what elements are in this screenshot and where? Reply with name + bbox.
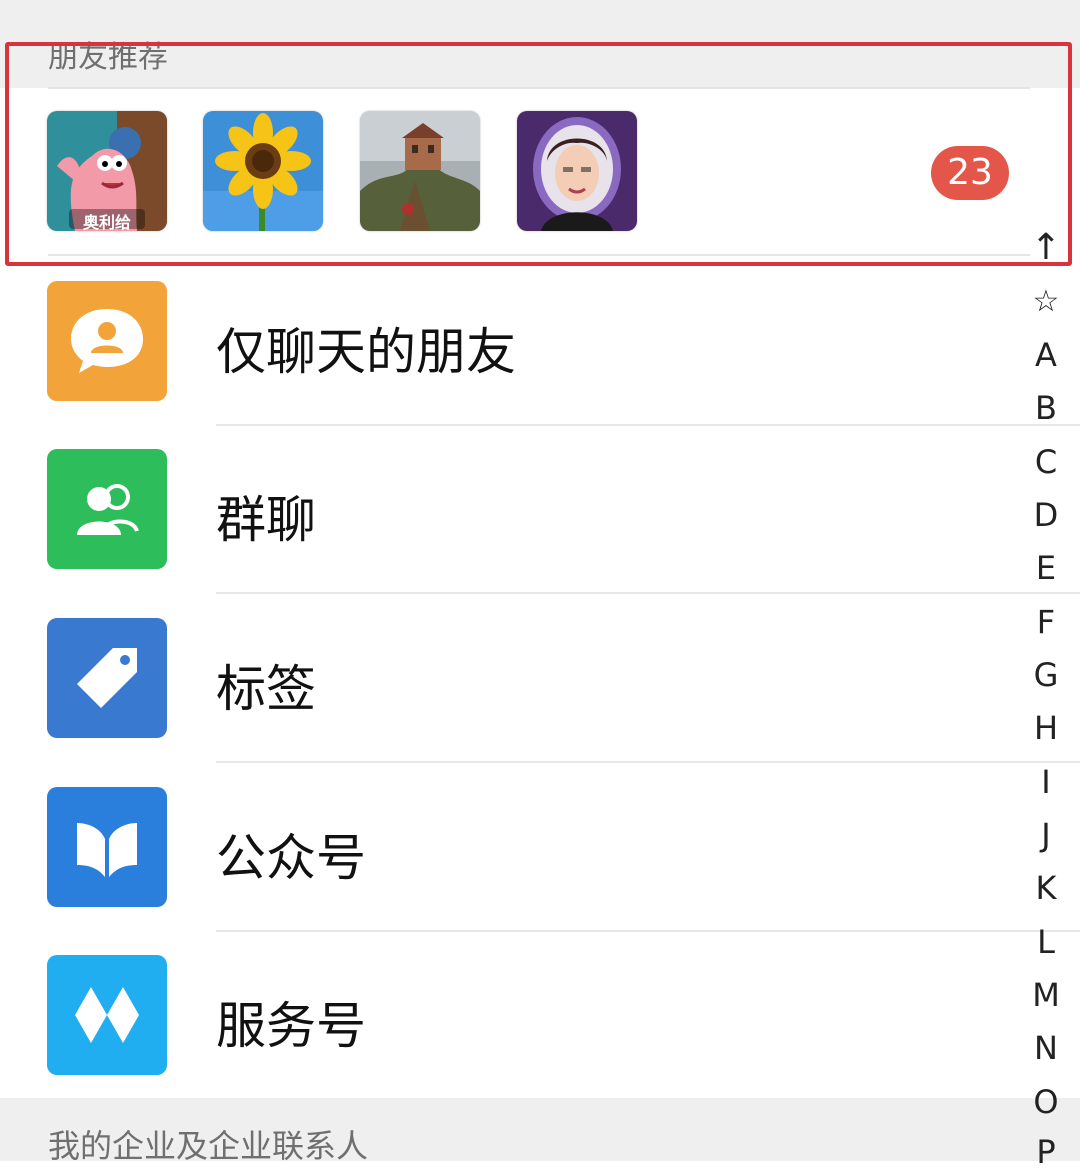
index-top-arrow[interactable]: ↑ (1024, 228, 1068, 268)
entry-chat-only-friends[interactable]: 仅聊天的朋友 (0, 260, 1000, 428)
index-letter[interactable]: M (1024, 975, 1068, 1015)
entry-label: 仅聊天的朋友 (216, 323, 516, 381)
sunflower-avatar[interactable] (203, 111, 323, 231)
landscape-avatar-image (360, 111, 480, 231)
entry-label: 服务号 (216, 997, 366, 1055)
index-letter[interactable]: B (1024, 388, 1068, 428)
index-letter[interactable]: J (1024, 815, 1068, 855)
entry-tags[interactable]: 标签 (0, 597, 1000, 765)
patrick-avatar[interactable]: 奥利给 (47, 111, 167, 231)
index-letter[interactable]: K (1024, 868, 1068, 908)
index-letter[interactable]: N (1024, 1028, 1068, 1068)
index-star[interactable]: ☆ (1024, 282, 1068, 322)
chat-person-icon (47, 281, 167, 401)
entry-service-accounts[interactable]: 服务号 (0, 934, 1000, 1102)
divider (48, 254, 1030, 256)
divider (216, 930, 1080, 932)
official-account-icon (47, 787, 167, 907)
service-account-icon (47, 955, 167, 1075)
index-letter[interactable]: D (1024, 495, 1068, 535)
entry-group-chats[interactable]: 群聊 (0, 428, 1000, 596)
index-letter[interactable]: P (1024, 1132, 1068, 1172)
index-letter[interactable]: L (1024, 922, 1068, 962)
entry-label: 公众号 (216, 829, 366, 887)
divider (216, 761, 1080, 763)
index-letter[interactable]: H (1024, 708, 1068, 748)
recommend-header: 朋友推荐 (48, 40, 168, 75)
divider (48, 87, 1030, 89)
portrait-avatar-image (517, 111, 637, 231)
portrait-avatar[interactable] (517, 111, 637, 231)
entry-label: 群聊 (216, 491, 316, 549)
index-letter[interactable]: O (1024, 1082, 1068, 1122)
group-icon (47, 449, 167, 569)
index-letter[interactable]: I (1024, 762, 1068, 802)
avatar-caption: 奥利给 (82, 213, 131, 231)
index-letter[interactable]: C (1024, 442, 1068, 482)
divider (216, 592, 1080, 594)
recommend-count-badge: 23 (931, 146, 1009, 200)
index-letter[interactable]: F (1024, 602, 1068, 642)
sunflower-avatar-image (203, 111, 323, 231)
divider (216, 424, 1080, 426)
landscape-avatar[interactable] (360, 111, 480, 231)
entry-label: 标签 (216, 660, 316, 718)
index-letter[interactable]: E (1024, 548, 1068, 588)
enterprise-header: 我的企业及企业联系人 (48, 1127, 369, 1165)
entry-official-accounts[interactable]: 公众号 (0, 766, 1000, 934)
index-letter[interactable]: A (1024, 335, 1068, 375)
index-letter[interactable]: G (1024, 655, 1068, 695)
tag-icon (47, 618, 167, 738)
